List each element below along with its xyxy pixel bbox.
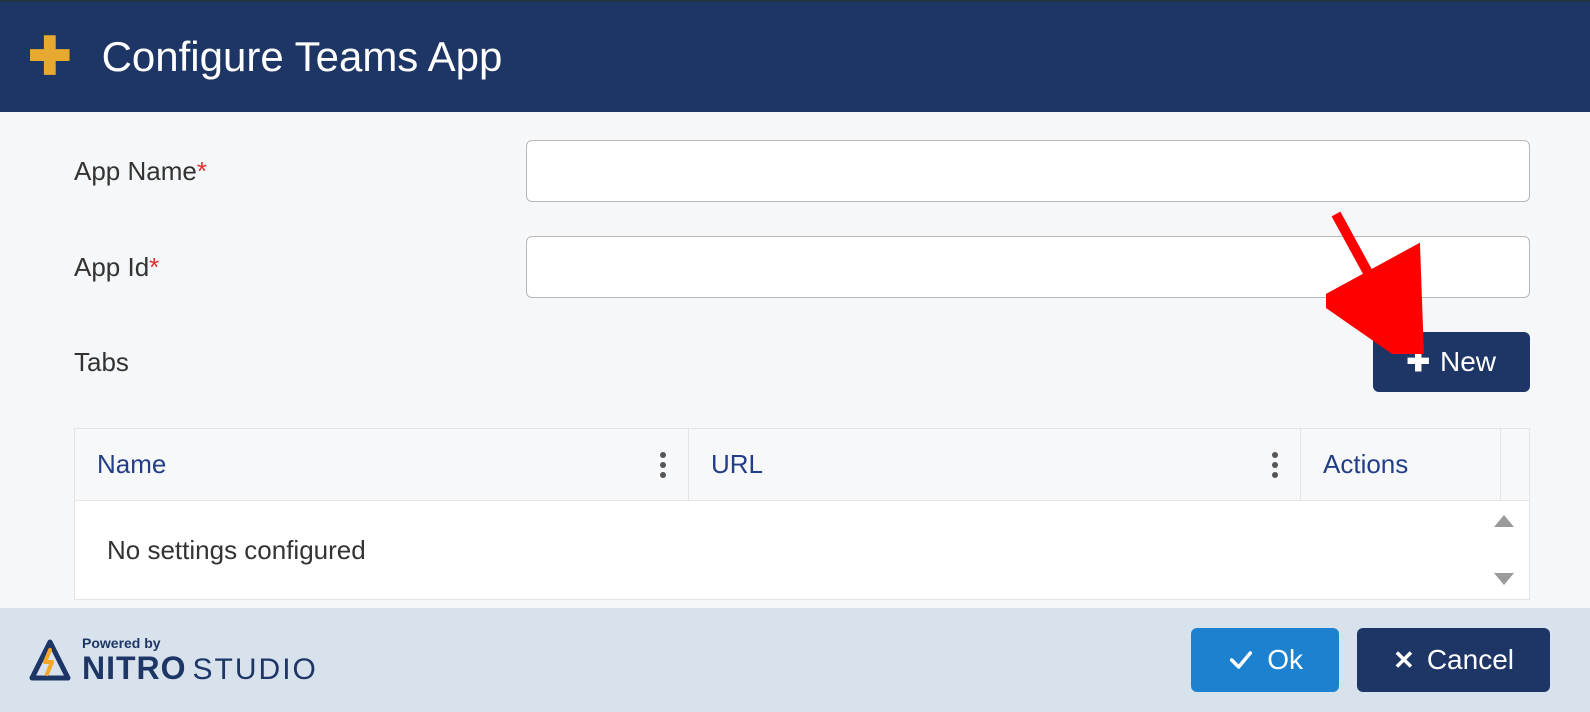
plus-icon: ✚ xyxy=(28,31,72,83)
required-marker: * xyxy=(149,252,159,282)
row-tabs: Tabs ✚ New xyxy=(74,332,1530,392)
label-app-name: App Name* xyxy=(74,156,526,187)
col-header-actions-label: Actions xyxy=(1323,449,1408,480)
footer-buttons: Ok ✕ Cancel xyxy=(1191,628,1550,692)
label-app-name-text: App Name xyxy=(74,156,197,186)
plus-icon: ✚ xyxy=(1407,348,1430,376)
ok-button[interactable]: Ok xyxy=(1191,628,1339,692)
dialog-footer: Powered by NITRO STUDIO Ok ✕ Cancel xyxy=(0,608,1590,712)
brand-nitro: NITRO xyxy=(82,652,187,684)
tabs-table-wrap: Name URL Actions No settings configured xyxy=(0,428,1590,610)
empty-message: No settings configured xyxy=(75,535,366,566)
col-header-actions: Actions xyxy=(1301,429,1501,500)
tabs-label: Tabs xyxy=(74,347,129,378)
col-header-scroll xyxy=(1501,429,1545,500)
scroll-arrows xyxy=(1489,501,1519,599)
dialog-title: Configure Teams App xyxy=(102,33,503,81)
col-header-name-label: Name xyxy=(97,449,166,480)
row-app-name: App Name* xyxy=(74,140,1530,202)
col-header-url[interactable]: URL xyxy=(689,429,1301,500)
brand-studio: STUDIO xyxy=(193,655,318,685)
ok-button-label: Ok xyxy=(1267,644,1303,676)
brand-logo: Powered by NITRO STUDIO xyxy=(26,636,318,685)
cancel-button[interactable]: ✕ Cancel xyxy=(1357,628,1550,692)
col-header-name[interactable]: Name xyxy=(75,429,689,500)
column-menu-icon[interactable] xyxy=(660,452,666,478)
scroll-down-icon[interactable] xyxy=(1494,573,1514,585)
tabs-table: Name URL Actions No settings configured xyxy=(74,428,1530,600)
new-button-label: New xyxy=(1440,346,1496,378)
new-button[interactable]: ✚ New xyxy=(1373,332,1530,392)
scroll-up-icon[interactable] xyxy=(1494,515,1514,527)
column-menu-icon[interactable] xyxy=(1272,452,1278,478)
check-icon xyxy=(1227,646,1255,674)
form-area: App Name* App Id* Tabs ✚ New xyxy=(0,112,1590,428)
input-app-name[interactable] xyxy=(526,140,1530,202)
powered-by-label: Powered by xyxy=(82,636,318,650)
brand-text: Powered by NITRO STUDIO xyxy=(82,636,318,685)
required-marker: * xyxy=(197,156,207,186)
close-icon: ✕ xyxy=(1393,645,1415,676)
table-body: No settings configured xyxy=(75,501,1529,599)
nitro-logo-icon xyxy=(26,636,74,684)
table-header-row: Name URL Actions xyxy=(75,429,1529,501)
cancel-button-label: Cancel xyxy=(1427,644,1514,676)
label-app-id-text: App Id xyxy=(74,252,149,282)
dialog-header: ✚ Configure Teams App xyxy=(0,0,1590,112)
label-app-id: App Id* xyxy=(74,252,526,283)
row-app-id: App Id* xyxy=(74,236,1530,298)
col-header-url-label: URL xyxy=(711,449,763,480)
input-app-id[interactable] xyxy=(526,236,1530,298)
